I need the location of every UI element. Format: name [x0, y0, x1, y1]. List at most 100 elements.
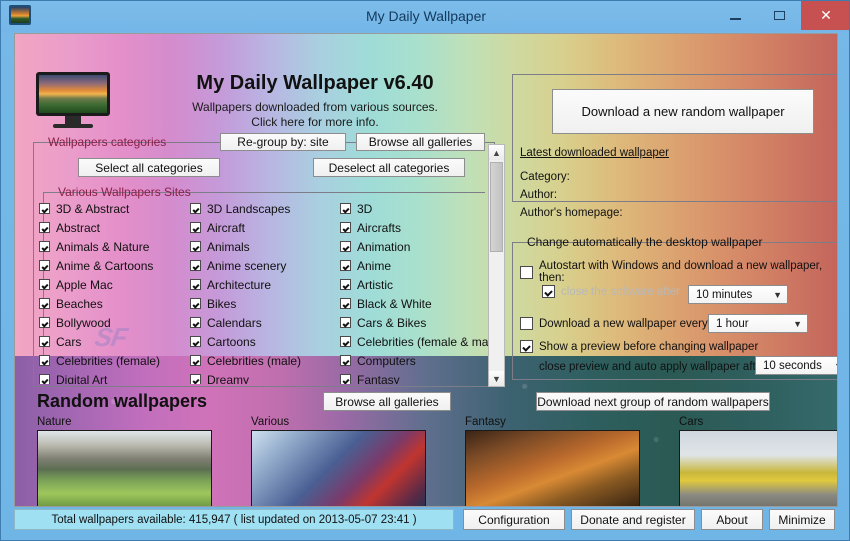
autostart-option[interactable]: Autostart with Windows and download a ne… [520, 260, 837, 284]
show-preview-option[interactable]: Show a preview before changing wallpaper [520, 340, 758, 353]
category-row[interactable]: Abstract [39, 218, 189, 237]
category-checkbox[interactable] [39, 260, 50, 271]
scroll-down-icon[interactable]: ▼ [489, 371, 504, 386]
scrollbar-thumb[interactable] [490, 162, 503, 252]
category-checkbox[interactable] [340, 222, 351, 233]
autostart-checkbox[interactable] [520, 265, 533, 279]
category-checkbox[interactable] [39, 355, 50, 366]
browse-all-galleries-top-button[interactable]: Browse all galleries [356, 133, 485, 151]
category-checkbox[interactable] [190, 222, 201, 233]
subtitle-line-2[interactable]: Click here for more info. [135, 115, 495, 130]
category-row[interactable]: Architecture [190, 275, 340, 294]
download-every-option[interactable]: Download a new wallpaper every [520, 317, 708, 330]
category-row[interactable]: Animals [190, 237, 340, 256]
about-button[interactable]: About [701, 509, 763, 530]
category-row[interactable]: Cartoons [190, 332, 340, 351]
category-row[interactable]: Aircrafts [340, 218, 490, 237]
category-checkbox[interactable] [39, 222, 50, 233]
close-after-option[interactable]: close the software after [542, 285, 680, 298]
close-after-checkbox[interactable] [542, 285, 555, 298]
category-row[interactable]: Animation [340, 237, 490, 256]
configuration-button[interactable]: Configuration [463, 509, 565, 530]
category-row[interactable]: Bollywood [39, 313, 189, 332]
show-preview-checkbox[interactable] [520, 340, 533, 353]
category-row[interactable]: Celebrities (male) [190, 351, 340, 370]
category-row[interactable]: Apple Mac [39, 275, 189, 294]
category-row[interactable]: Aircraft [190, 218, 340, 237]
category-checkbox[interactable] [39, 298, 50, 309]
category-checkbox[interactable] [340, 298, 351, 309]
category-row[interactable]: Artistic [340, 275, 490, 294]
category-label: Animation [357, 239, 411, 254]
categories-list[interactable]: 3D & Abstract Abstract Animals & Nature Ani… [35, 199, 490, 384]
category-checkbox[interactable] [190, 298, 201, 309]
category-checkbox[interactable] [190, 203, 201, 214]
category-checkbox[interactable] [39, 241, 50, 252]
category-checkbox[interactable] [190, 355, 201, 366]
download-next-group-button[interactable]: Download next group of random wallpapers [536, 392, 770, 411]
category-checkbox[interactable] [39, 317, 50, 328]
cars-thumbnail[interactable] [679, 430, 837, 506]
category-checkbox[interactable] [39, 374, 50, 384]
download-every-select[interactable]: 1 hour ▼ [708, 314, 808, 333]
regroup-by-site-button[interactable]: Re-group by: site [220, 133, 346, 151]
minimize-button[interactable]: Minimize [769, 509, 835, 530]
category-checkbox[interactable] [190, 317, 201, 328]
category-row[interactable]: 3D & Abstract [39, 199, 189, 218]
deselect-all-categories-button[interactable]: Deselect all categories [313, 158, 465, 177]
category-checkbox[interactable] [190, 260, 201, 271]
autostart-label: Autostart with Windows and download a ne… [539, 260, 823, 284]
category-checkbox[interactable] [190, 336, 201, 347]
various-thumbnail[interactable] [251, 430, 426, 506]
category-row[interactable]: Anime [340, 256, 490, 275]
category-row[interactable]: Animals & Nature [39, 237, 189, 256]
maximize-window-button[interactable] [757, 1, 801, 30]
category-row[interactable]: 3D Landscapes [190, 199, 340, 218]
category-checkbox[interactable] [340, 336, 351, 347]
category-checkbox[interactable] [340, 279, 351, 290]
nature-thumbnail[interactable] [37, 430, 212, 506]
auto-apply-select[interactable]: 10 seconds ▼ [755, 356, 837, 375]
category-checkbox[interactable] [39, 279, 50, 290]
category-checkbox[interactable] [340, 241, 351, 252]
scroll-up-icon[interactable]: ▲ [489, 145, 504, 160]
category-row[interactable]: Cars & Bikes [340, 313, 490, 332]
category-row[interactable]: Computers [340, 351, 490, 370]
category-checkbox[interactable] [39, 203, 50, 214]
select-all-categories-button[interactable]: Select all categories [78, 158, 220, 177]
close-after-select[interactable]: 10 minutes ▼ [688, 285, 788, 304]
category-row[interactable]: 3D [340, 199, 490, 218]
category-checkbox[interactable] [190, 279, 201, 290]
close-window-button[interactable]: ✕ [801, 1, 849, 30]
category-checkbox[interactable] [340, 355, 351, 366]
download-every-checkbox[interactable] [520, 317, 533, 330]
category-checkbox[interactable] [340, 203, 351, 214]
category-row[interactable]: Celebrities (female) [39, 351, 189, 370]
latest-downloaded-wallpaper-link[interactable]: Latest downloaded wallpaper [520, 147, 669, 159]
category-row[interactable]: Anime & Cartoons [39, 256, 189, 275]
category-checkbox[interactable] [340, 374, 351, 384]
category-checkbox[interactable] [190, 374, 201, 384]
category-row[interactable]: Bikes [190, 294, 340, 313]
minimize-window-button[interactable] [713, 1, 757, 30]
category-row[interactable]: Anime scenery [190, 256, 340, 275]
category-row[interactable]: Celebrities (female & male) [340, 332, 490, 351]
fantasy-thumbnail[interactable] [465, 430, 640, 506]
download-random-wallpaper-button[interactable]: Download a new random wallpaper [552, 89, 814, 134]
category-checkbox[interactable] [340, 317, 351, 328]
categories-scrollbar[interactable]: ▲ ▼ [488, 144, 505, 387]
category-row[interactable]: Digital Art [39, 370, 189, 384]
donate-and-register-button[interactable]: Donate and register [571, 509, 695, 530]
category-row[interactable]: Beaches [39, 294, 189, 313]
category-checkbox[interactable] [190, 241, 201, 252]
browse-all-galleries-button[interactable]: Browse all galleries [323, 392, 451, 411]
category-row[interactable]: Dreamy [190, 370, 340, 384]
category-row[interactable]: Calendars [190, 313, 340, 332]
category-row[interactable]: Black & White [340, 294, 490, 313]
category-row[interactable]: Cars [39, 332, 189, 351]
category-checkbox[interactable] [340, 260, 351, 271]
app-subtitle[interactable]: Wallpapers downloaded from various sourc… [135, 100, 495, 130]
chevron-down-icon: ▼ [834, 361, 837, 371]
category-row[interactable]: Fantasy [340, 370, 490, 384]
category-checkbox[interactable] [39, 336, 50, 347]
